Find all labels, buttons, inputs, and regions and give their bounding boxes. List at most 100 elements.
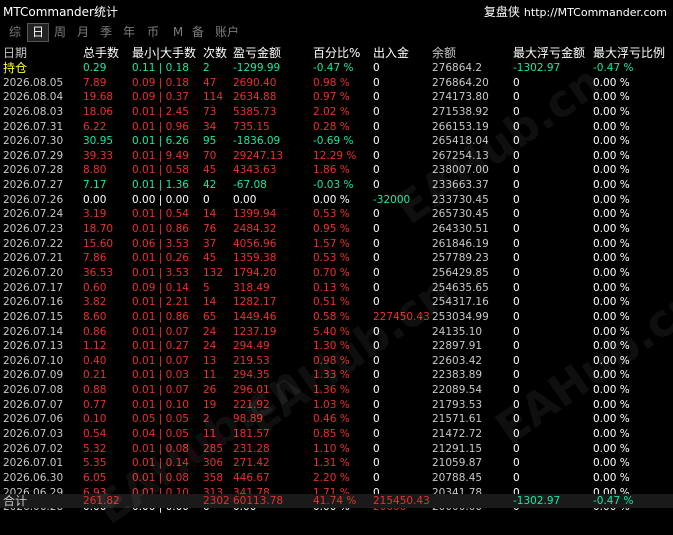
cell-minmax: 0.09 | 0.37 <box>132 91 189 104</box>
column-header-pct[interactable]: 百分比% <box>313 44 360 61</box>
table-row[interactable]: 2026.07.31 6.22 0.01 | 0.96 34 735.15 0.28 % 0… <box>0 120 673 135</box>
cell-io: 0 <box>373 384 380 397</box>
cell-orders: 47 <box>203 76 217 89</box>
cell-pct: 0.97 % <box>313 91 350 104</box>
cell-pct: 1.33 % <box>313 369 350 382</box>
cell-pct: 0.28 % <box>313 120 350 133</box>
cell-minmax: 0.09 | 0.18 <box>132 76 189 89</box>
cell-minmax: 0.01 | 1.36 <box>132 179 189 192</box>
table-row[interactable]: 2026.07.20 36.53 0.01 | 3.53 132 1794.20 0.70… <box>0 266 673 281</box>
cell-total: 1.12 <box>83 340 107 353</box>
table-row[interactable]: 2026.07.27 7.17 0.01 | 1.36 42 -67.08 -0.03 %… <box>0 178 673 193</box>
cell-float: 0 <box>513 354 520 367</box>
column-header-date[interactable]: 日期 <box>3 44 27 61</box>
column-header-minmax[interactable]: 最小|大手数 <box>132 44 196 61</box>
cell-total: 0.54 <box>83 428 107 441</box>
tab-period-7[interactable]: M <box>168 23 188 42</box>
title-bar: MTCommander统计 复盘侠 http://MTCommander.com <box>0 0 673 22</box>
cell-floatpct: 0.00 % <box>593 223 630 236</box>
table-row[interactable]: 2026.06.30 6.05 0.01 | 0.08 358 446.67 2.20 %… <box>0 471 673 486</box>
column-header-float[interactable]: 最大浮亏金额 <box>513 44 585 61</box>
cell-floatpct: 0.00 % <box>593 149 630 162</box>
brand-name[interactable]: 复盘侠 <box>484 5 520 19</box>
cell-io: 0 <box>373 223 380 236</box>
column-header-total[interactable]: 总手数 <box>83 44 119 61</box>
cell-io: 0 <box>373 413 380 426</box>
tab-period-8[interactable]: 备 <box>188 23 208 42</box>
table-row[interactable]: 2026.07.21 7.86 0.01 | 0.26 45 1359.38 0.53 %… <box>0 251 673 266</box>
cell-floatpct: 0.00 % <box>593 354 630 367</box>
cell-float: -1302.97 <box>513 62 561 74</box>
cell-date: 持仓 <box>3 61 28 75</box>
table-row[interactable]: 2026.07.01 5.35 0.01 | 0.14 306 271.42 1.31 %… <box>0 456 673 471</box>
cell-io: 0 <box>373 237 380 250</box>
tab-account[interactable]: 账户 <box>212 23 242 42</box>
table-row[interactable]: 2026.07.13 1.12 0.01 | 0.27 24 294.49 1.30 % 0… <box>0 339 673 354</box>
cell-orders: 65 <box>203 310 217 323</box>
cell-float: 0 <box>513 91 520 104</box>
cell-floatpct: 0.00 % <box>593 179 630 192</box>
tab-period-4[interactable]: 季 <box>96 23 116 42</box>
column-header-pnl[interactable]: 盈亏金额 <box>233 44 281 61</box>
brand-url[interactable]: http://MTCommander.com <box>524 6 667 19</box>
table-row[interactable]: 2026.07.14 0.86 0.01 | 0.07 24 1237.19 5.40 %… <box>0 325 673 340</box>
tab-period-2[interactable]: 周 <box>50 23 70 42</box>
cell-total: 18.06 <box>83 105 114 118</box>
table-row[interactable]: 2026.08.03 18.06 0.01 | 2.45 73 5385.73 2.02 … <box>0 105 673 120</box>
cell-date: 2026.07.06 <box>3 413 64 426</box>
table-row[interactable]: 2026.07.08 0.88 0.01 | 0.07 26 296.01 1.36 % 0… <box>0 383 673 398</box>
tab-period-3[interactable]: 月 <box>73 23 93 42</box>
table-row[interactable]: 2026.07.28 8.80 0.01 | 0.58 45 4343.63 1.86 %… <box>0 163 673 178</box>
table-row[interactable]: 2026.07.03 0.54 0.04 | 0.05 11 181.57 0.85 % 0… <box>0 427 673 442</box>
column-header-orders[interactable]: 次数 <box>203 44 227 61</box>
table-row[interactable]: 2026.08.04 19.68 0.09 | 0.37 114 2634.88 0.97… <box>0 90 673 105</box>
cell-pnl: 5385.73 <box>233 105 277 118</box>
tab-period-6[interactable]: 币 <box>143 23 163 42</box>
table-row[interactable]: 2026.07.23 18.70 0.01 | 0.86 76 2484.32 0.95 … <box>0 222 673 237</box>
cell-date: 2026.07.17 <box>3 281 64 294</box>
table-row[interactable]: 2026.07.30 30.95 0.01 | 6.26 95 -1836.09 -0.6… <box>0 134 673 149</box>
table-row[interactable]: 2026.07.26 0.00 0.00 | 0.00 0 0.00 0.00 % -320… <box>0 193 673 208</box>
table-row[interactable]: 2026.07.06 0.10 0.05 | 0.05 2 98.89 0.46 % 0 21… <box>0 412 673 427</box>
cell-float: 0 <box>513 398 520 411</box>
cell-pnl: 98.89 <box>233 413 264 426</box>
table-row[interactable]: 2026.07.15 8.60 0.01 | 0.86 65 1449.46 0.58 %… <box>0 310 673 325</box>
cell-minmax: 0.01 | 0.14 <box>132 457 189 470</box>
cell-pnl: 318.49 <box>233 281 270 294</box>
cell-pct: 0.46 % <box>313 413 350 426</box>
table-row[interactable]: 2026.07.16 3.82 0.01 | 2.21 14 1282.17 0.51 %… <box>0 295 673 310</box>
cell-total: 6.22 <box>83 120 107 133</box>
column-header-floatpct[interactable]: 最大浮亏比例 <box>593 44 665 61</box>
table-row[interactable]: 2026.07.17 0.60 0.09 | 0.14 5 318.49 0.13 % 0 2… <box>0 281 673 296</box>
cell-float: 0 <box>513 120 520 133</box>
cell-float: 0 <box>513 384 520 397</box>
table-row[interactable]: 2026.07.29 39.33 0.01 | 9.49 70 29247.13 12.2… <box>0 149 673 164</box>
cell-floatpct: 0.00 % <box>593 310 630 323</box>
tab-period-0[interactable]: 综 <box>5 23 25 42</box>
cell-minmax: 0.01 | 3.53 <box>132 266 189 279</box>
table-row[interactable]: 2026.07.02 5.32 0.01 | 0.08 285 231.28 1.10 %… <box>0 442 673 457</box>
column-header-io[interactable]: 出入金 <box>373 44 409 61</box>
column-header-balance[interactable]: 余额 <box>432 44 456 61</box>
cell-floatpct: 0.00 % <box>593 135 630 148</box>
cell-pct: 0.98 % <box>313 76 350 89</box>
cell-minmax: 0.01 | 0.54 <box>132 208 189 221</box>
cell-orders: 14 <box>203 296 217 309</box>
position-row[interactable]: 持仓 0.29 0.11 | 0.18 2 -1299.99 -0.47 % 0 276864… <box>0 61 673 76</box>
cell-minmax: 0.01 | 6.26 <box>132 135 189 148</box>
cell-date: 2026.07.24 <box>3 208 64 221</box>
cell-date: 2026.07.01 <box>3 457 64 470</box>
tab-period-1[interactable]: 日 <box>27 23 49 42</box>
table-row[interactable]: 2026.07.22 15.60 0.06 | 3.53 37 4056.96 1.57 … <box>0 237 673 252</box>
cell-balance: 24135.10 <box>432 325 483 338</box>
table-row[interactable]: 2026.07.07 0.77 0.01 | 0.10 19 221.92 1.03 % 0… <box>0 398 673 413</box>
cell-floatpct: 0.00 % <box>593 193 630 206</box>
table-row[interactable]: 2026.08.05 7.89 0.09 | 0.18 47 2690.40 0.98 %… <box>0 76 673 91</box>
table-row[interactable]: 2026.07.24 3.19 0.01 | 0.54 14 1399.94 0.53 %… <box>0 207 673 222</box>
cell-float: -1302.97 <box>513 495 561 507</box>
tab-period-5[interactable]: 年 <box>119 23 139 42</box>
table-row[interactable]: 2026.07.09 0.21 0.01 | 0.03 11 294.35 1.33 % 0… <box>0 368 673 383</box>
table-row[interactable]: 2026.07.10 0.40 0.01 | 0.07 13 219.53 0.98 % 0… <box>0 354 673 369</box>
cell-date: 2026.07.20 <box>3 266 64 279</box>
cell-pnl: 1359.38 <box>233 252 277 265</box>
